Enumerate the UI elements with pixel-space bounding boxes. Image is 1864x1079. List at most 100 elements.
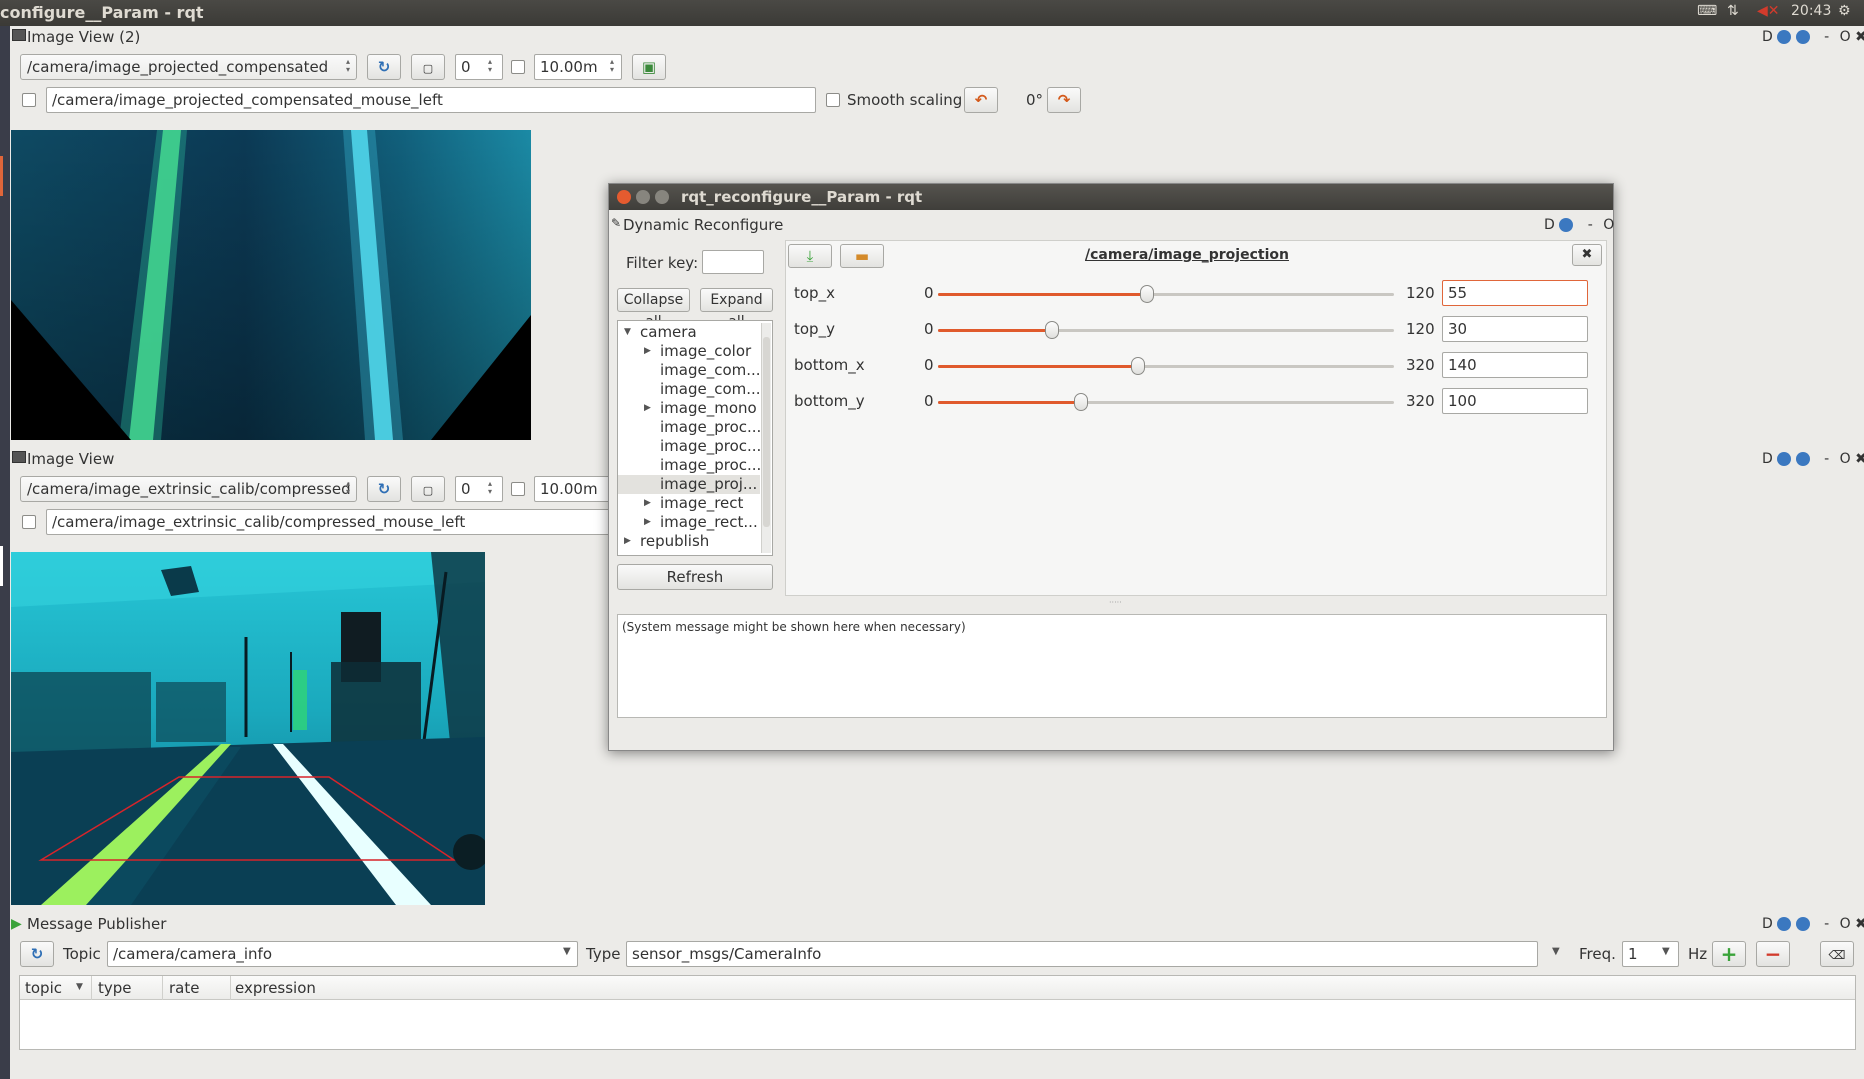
image-view-2-spin-input[interactable]: 0 [455,54,503,80]
image-view-mouse-topic-input[interactable]: /camera/image_extrinsic_calib/compressed… [46,509,610,535]
remove-publisher-button[interactable]: − [1756,941,1790,967]
tree-item[interactable]: image_proc... [618,456,761,475]
extrinsic-camera-image[interactable] [11,552,485,905]
publisher-refresh-button[interactable]: ↻ [20,941,54,967]
tree-item[interactable]: image_proc... [618,418,761,437]
filter-key-input[interactable] [702,250,764,274]
minimize-button[interactable]: - [1588,217,1593,233]
dock-d-button[interactable]: D [1544,217,1555,233]
spin-arrows-icon[interactable]: ▴ ▾ [610,58,614,74]
tree-item[interactable]: ▶ image_rect [618,494,760,513]
zoom-button[interactable]: ▢ [411,54,445,80]
rotate-left-button[interactable]: ↶ [964,87,998,113]
param-value-input[interactable]: 30 [1442,316,1588,342]
scrollbar-thumb[interactable] [763,337,770,527]
minimize-window-icon[interactable] [636,190,650,204]
tree-scrollbar[interactable] [761,323,771,553]
collapse-all-button[interactable]: Collapse all [617,288,690,330]
save-image-button[interactable]: ▣ [632,54,666,80]
keyboard-icon[interactable]: ⌨ [1697,3,1717,19]
load-params-button[interactable]: ▬ [840,244,884,268]
expanded-arrow-icon[interactable]: ▼ [624,327,631,337]
param-value-input[interactable]: 100 [1442,388,1588,414]
tree-item[interactable]: image_com... [618,361,761,380]
expand-all-button[interactable]: Expand all [700,288,773,330]
publisher-dock-controls[interactable]: D - O ✖ [1762,916,1864,932]
column-header-expression[interactable]: expression [235,979,316,997]
node-tree[interactable]: ▼ camera ▶ image_color image_com... image_com… [617,320,773,556]
float-button[interactable]: O [1840,916,1851,932]
settings-gear-icon[interactable]: ⚙ [1838,3,1851,19]
splitter-handle[interactable]: ····· [1109,598,1122,607]
param-slider-handle[interactable] [1074,393,1088,411]
tree-item[interactable]: ▶ image_mono [618,399,760,418]
clock[interactable]: 20:43 [1791,3,1831,19]
spin-arrows-icon[interactable]: ▴ ▾ [488,58,492,74]
spin-arrows-icon[interactable]: ▴ ▾ [488,480,492,496]
collapsed-arrow-icon[interactable]: ▶ [644,517,651,527]
rotate-right-button[interactable]: ↷ [1047,87,1081,113]
tree-item[interactable]: ▶ image_color [618,342,760,361]
dock-d-button[interactable]: D [1762,29,1773,45]
image-view-dock-controls[interactable]: D - O ✖ [1762,451,1864,467]
add-publisher-button[interactable]: + [1712,941,1746,967]
chevron-down-icon[interactable]: ▼ [1662,946,1670,957]
param-slider-handle[interactable] [1045,321,1059,339]
smooth-scaling-checkbox[interactable] [826,93,840,107]
refresh-topics-button[interactable]: ↻ [367,476,401,502]
publisher-table[interactable]: topic ▼ type rate expression [19,975,1856,1050]
publisher-freq-input[interactable]: 1 [1622,941,1679,967]
volume-muted-icon[interactable]: ◀✕ [1757,3,1780,19]
float-button[interactable]: O [1840,29,1851,45]
param-value-input[interactable]: 55 [1442,280,1588,306]
chevron-down-icon[interactable]: ▼ [563,946,571,957]
clear-button[interactable]: ⌫ [1820,941,1854,967]
collapsed-arrow-icon[interactable]: ▶ [624,536,631,546]
dock-d-button[interactable]: D [1762,916,1773,932]
minimize-button[interactable]: - [1824,29,1829,45]
maximize-window-icon[interactable] [655,190,669,204]
minimize-button[interactable]: - [1824,451,1829,467]
tree-item[interactable]: ▼ camera [618,323,760,342]
close-icon[interactable]: ✖ [1855,451,1864,467]
image-view-dynamic-range-checkbox[interactable] [511,482,525,496]
save-params-button[interactable]: ⤓ [788,244,832,268]
image-view-2-dynamic-range-checkbox[interactable] [511,60,525,74]
image-view-spin-input[interactable]: 0 [455,476,503,502]
refresh-button[interactable]: Refresh [617,564,773,590]
tree-item[interactable]: image_com... [618,380,761,399]
help-icon[interactable] [1795,452,1810,466]
zoom-button[interactable]: ▢ [411,476,445,502]
tree-item[interactable]: image_proj... [618,475,760,494]
reload-icon[interactable] [1777,452,1792,466]
float-button[interactable]: O [1840,451,1851,467]
reload-icon[interactable] [1777,917,1792,931]
plugin-dock-controls[interactable]: D - O [1544,217,1614,233]
tree-item[interactable]: ▶ image_rect... [618,513,760,532]
tree-item[interactable]: image_proc... [618,437,761,456]
close-window-icon[interactable] [617,190,631,204]
column-header-topic[interactable]: topic [25,979,62,997]
publisher-topic-input[interactable]: /camera/camera_info [107,941,578,967]
param-slider-handle[interactable] [1131,357,1145,375]
refresh-topics-button[interactable]: ↻ [367,54,401,80]
image-view-topic-select[interactable]: /camera/image_extrinsic_calib/compressed [20,476,357,502]
publisher-type-input[interactable]: sensor_msgs/CameraInfo [626,941,1538,967]
help-icon[interactable] [1795,917,1810,931]
tree-item[interactable]: ▶ republish [618,532,760,551]
column-header-rate[interactable]: rate [169,979,199,997]
image-view-2-mouse-checkbox[interactable] [22,93,36,107]
image-view-duration-input[interactable]: 10.00m [534,476,610,502]
collapsed-arrow-icon[interactable]: ▶ [644,346,651,356]
close-node-button[interactable]: ✖ [1572,244,1602,266]
network-icon[interactable]: ⇅ [1727,3,1739,19]
dock-d-button[interactable]: D [1762,451,1773,467]
help-icon[interactable] [1559,218,1574,232]
param-value-input[interactable]: 140 [1442,352,1588,378]
reconfigure-dialog[interactable]: rqt_reconfigure__Param - rqt ✎ Dynamic R… [608,183,1614,751]
image-view-2-topic-select[interactable]: /camera/image_projected_compensated [20,54,357,80]
dialog-title-bar[interactable]: rqt_reconfigure__Param - rqt [609,184,1613,210]
close-icon[interactable]: ✖ [1855,916,1864,932]
help-icon[interactable] [1795,30,1810,44]
image-view-2-mouse-topic-input[interactable]: /camera/image_projected_compensated_mous… [46,87,816,113]
